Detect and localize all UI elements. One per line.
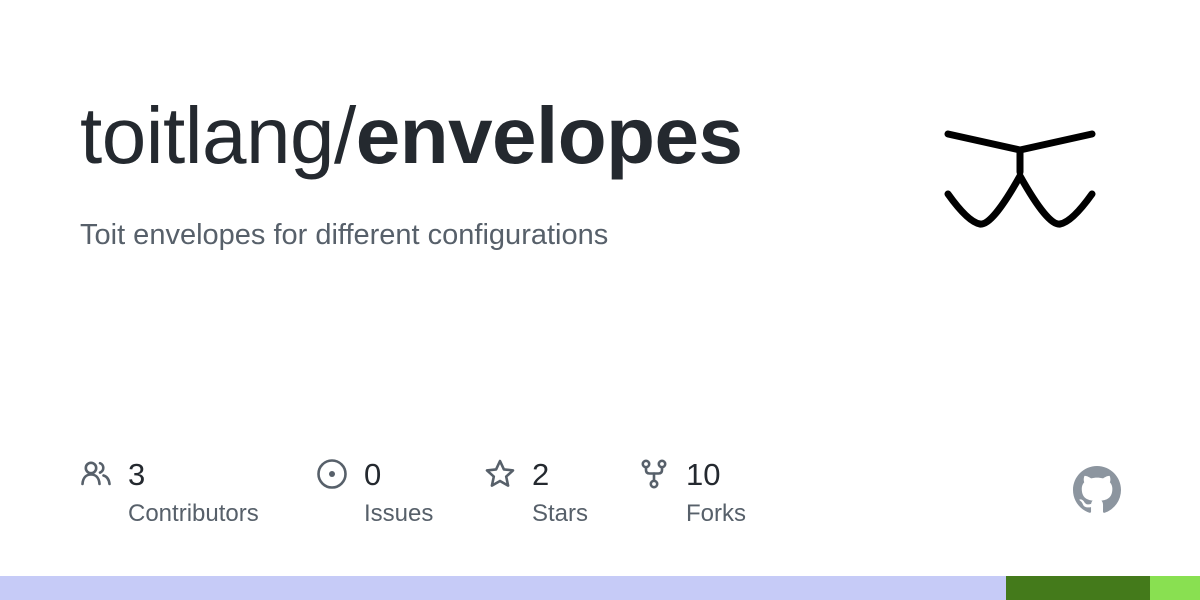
repo-title: toitlang/envelopes bbox=[80, 88, 743, 184]
repo-forked-icon bbox=[641, 459, 667, 489]
stat-issues-value: 0 bbox=[364, 457, 382, 492]
toit-logo bbox=[944, 130, 1096, 228]
stat-contributors-label: Contributors bbox=[128, 500, 259, 527]
github-mark-icon[interactable] bbox=[1073, 466, 1121, 514]
stat-forks-label: Forks bbox=[686, 500, 746, 527]
language-bar bbox=[0, 576, 1200, 600]
repo-owner: toitlang/ bbox=[80, 91, 356, 180]
repo-name: envelopes bbox=[355, 91, 743, 180]
stat-forks-value: 10 bbox=[686, 457, 721, 492]
stat-stars-label: Stars bbox=[532, 500, 589, 527]
stat-stars-value: 2 bbox=[532, 457, 550, 492]
language-bar-segment bbox=[1005, 576, 1150, 600]
language-bar-segment bbox=[1149, 576, 1200, 600]
people-icon bbox=[81, 461, 111, 486]
issue-opened-icon bbox=[317, 459, 347, 489]
star-icon bbox=[485, 459, 515, 487]
stat-contributors-value: 3 bbox=[128, 457, 146, 492]
repo-description: Toit envelopes for different configurati… bbox=[80, 219, 609, 251]
stat-issues-label: Issues bbox=[364, 500, 434, 527]
language-bar-segment bbox=[0, 576, 1006, 600]
